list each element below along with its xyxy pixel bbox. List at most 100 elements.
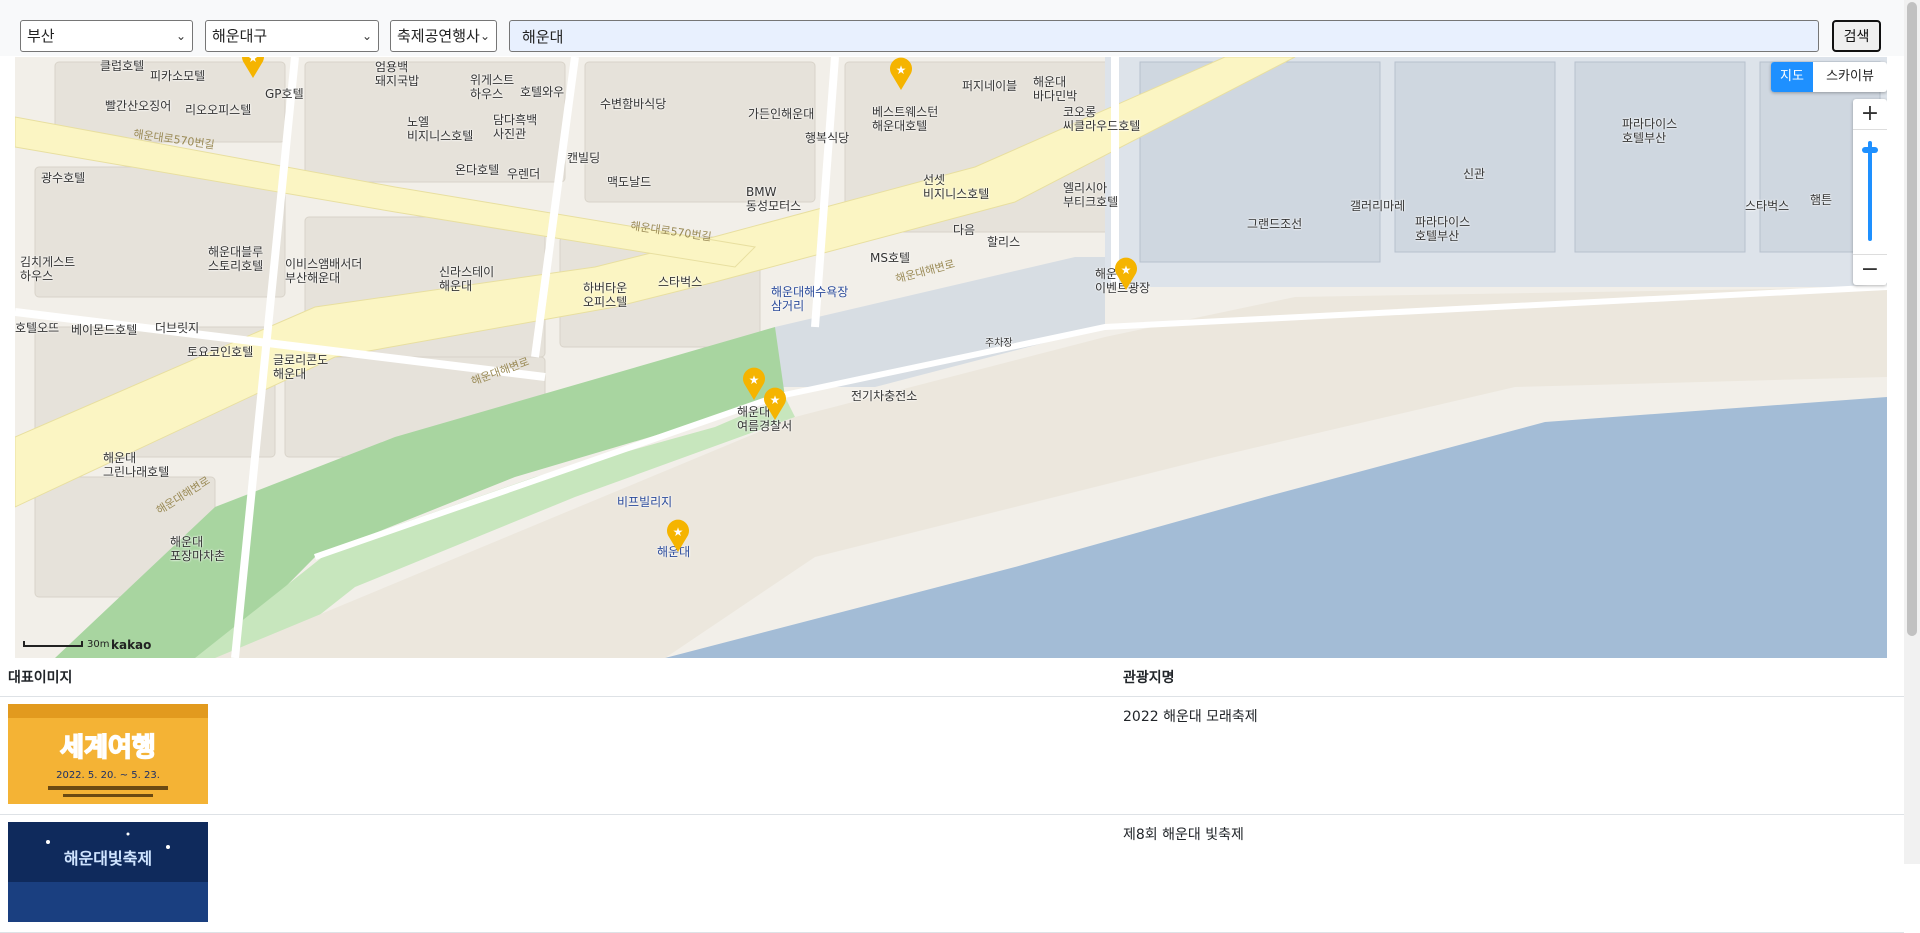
results-table: 대표이미지 관광지명 세계여행 2022. 5. 20. ~ 5. 23. 20…	[0, 658, 1904, 933]
map-label: 전기차충전소	[851, 389, 918, 403]
table-header: 대표이미지 관광지명	[0, 658, 1904, 697]
svg-text:★: ★	[770, 393, 781, 407]
district-select[interactable]: 해운대구 ⌄	[205, 20, 379, 52]
scale-label: 30m	[87, 639, 110, 650]
map-label: 신관	[1463, 167, 1486, 181]
map-view[interactable]: 클럽호텔 피카소모텔 GP호텔 엄용백 돼지국밥 위게스트 하우스 호텔와우 빨간산…	[15, 57, 1887, 658]
column-header-image: 대표이미지	[8, 670, 73, 686]
map-label: 파라다이스 호텔부산	[1415, 215, 1471, 243]
map-label: 광수호텔	[41, 171, 86, 185]
map-label: 엄용백 돼지국밥	[375, 60, 420, 88]
map-label: BMW 동성모터스	[746, 185, 802, 213]
map-label: 토요코인호텔	[187, 345, 254, 359]
map-label: 맥도날드	[607, 175, 652, 189]
category-select[interactable]: 축제공연행사 ⌄	[390, 20, 497, 52]
map-label: 퍼지네이블	[962, 79, 1018, 93]
map-label: 수변함바식당	[600, 97, 667, 111]
map-label: 호텔오뜨	[15, 321, 60, 335]
festival-marker[interactable]: ★	[888, 57, 914, 91]
table-row[interactable]: 세계여행 2022. 5. 20. ~ 5. 23. 2022 해운대 모래축제	[0, 697, 1904, 815]
scale-bar	[23, 641, 83, 647]
map-label: 행복식당	[805, 131, 850, 145]
festival-marker[interactable]: ★	[665, 519, 691, 553]
festival-thumbnail[interactable]: 세계여행 2022. 5. 20. ~ 5. 23.	[8, 704, 208, 804]
page-scrollbar[interactable]	[1904, 0, 1920, 864]
map-label: 호텔와우	[520, 85, 565, 99]
map-label: 온다호텔	[455, 163, 500, 177]
svg-text:★: ★	[673, 525, 684, 539]
map-label: 해운대해수욕장 삼거리	[771, 285, 849, 313]
map-label: 해운대 그린나래호텔	[103, 451, 170, 479]
zoom-in-button[interactable]: +	[1853, 99, 1887, 130]
map-label: 우렌더	[507, 167, 541, 181]
svg-text:해운대빛축제: 해운대빛축제	[64, 849, 152, 868]
column-header-name: 관광지명	[1123, 670, 1175, 686]
zoom-slider-track[interactable]	[1868, 141, 1872, 241]
map-label: 해운대블루 스토리호텔	[208, 245, 264, 273]
svg-text:★: ★	[896, 63, 907, 77]
map-label: 할리스	[987, 235, 1021, 249]
map-label: 해운대 포장마차촌	[170, 535, 226, 563]
festival-marker[interactable]: ★	[1113, 257, 1139, 291]
map-label: 캔빌딩	[567, 151, 601, 165]
map-label: 햄튼	[1810, 193, 1833, 207]
map-label: 스타벅스	[658, 275, 703, 289]
map-label: 더브릿지	[155, 321, 200, 335]
festival-marker[interactable]: ★	[762, 387, 788, 421]
map-label: 그랜드조선	[1247, 217, 1303, 231]
chevron-down-icon: ⌄	[175, 29, 186, 43]
map-label: 엘리시아 부티크호텔	[1063, 181, 1119, 209]
map-label: MS호텔	[870, 251, 911, 265]
map-type-map-button[interactable]: 지도	[1771, 62, 1813, 92]
map-label: 선셋 비지니스호텔	[923, 173, 990, 201]
map-label: 비프빌리지	[617, 495, 673, 509]
map-label: 피카소모텔	[150, 69, 206, 83]
map-label: 위게스트 하우스	[470, 73, 515, 101]
map-label: 베이몬드호텔	[71, 323, 138, 337]
map-label: 베스트웨스턴 해운대호텔	[872, 105, 939, 133]
zoom-out-button[interactable]: −	[1853, 254, 1887, 285]
svg-text:★: ★	[1121, 263, 1132, 277]
district-value: 해운대구	[212, 27, 268, 45]
scrollbar-thumb[interactable]	[1907, 2, 1917, 636]
map-scale: 30m	[23, 639, 109, 650]
festival-thumbnail[interactable]: 해운대빛축제	[8, 822, 208, 922]
search-input[interactable]	[509, 20, 1819, 52]
map-label: 스타벅스	[1745, 199, 1790, 213]
festival-marker[interactable]: ★	[240, 57, 266, 79]
map-label: 빨간산오징어	[105, 99, 172, 113]
festival-name[interactable]: 제8회 해운대 빛축제	[1123, 824, 1244, 844]
search-bar: 부산 ⌄ 해운대구 ⌄ 축제공연행사 ⌄ 검색	[0, 0, 1904, 56]
festival-name[interactable]: 2022 해운대 모래축제	[1123, 706, 1258, 726]
map-label: 갤러리마레	[1350, 199, 1406, 213]
svg-text:★: ★	[749, 373, 760, 387]
map-label: 신라스테이 해운대	[439, 265, 495, 293]
map-label: 클럽호텔	[100, 59, 145, 73]
map-label: 이비스앰배서더 부산해운대	[285, 257, 363, 285]
zoom-slider-handle[interactable]	[1862, 147, 1878, 153]
svg-text:★: ★	[248, 57, 259, 65]
map-label: 코오롱 씨클라우드호텔	[1063, 105, 1141, 133]
zoom-control: + −	[1853, 99, 1887, 285]
chevron-down-icon: ⌄	[479, 29, 490, 43]
map-type-skyview-button[interactable]: 스카이뷰	[1813, 62, 1887, 92]
map-label: 다음	[953, 223, 976, 237]
map-label: 해운대 바다민박	[1033, 75, 1078, 103]
map-label: 주차장	[985, 338, 1013, 349]
region-select[interactable]: 부산 ⌄	[20, 20, 193, 52]
map-label: 글로리콘도 해운대	[273, 353, 329, 381]
table-row[interactable]: 해운대빛축제 제8회 해운대 빛축제	[0, 815, 1904, 933]
region-value: 부산	[27, 27, 55, 45]
search-button[interactable]: 검색	[1832, 20, 1881, 52]
chevron-down-icon: ⌄	[361, 29, 372, 43]
map-label: 김치게스트 하우스	[20, 255, 76, 283]
map-label: 하버타운 오피스텔	[583, 281, 628, 309]
svg-text:2022. 5. 20. ~ 5. 23.: 2022. 5. 20. ~ 5. 23.	[56, 770, 160, 781]
map-type-toggle: 지도 스카이뷰	[1771, 62, 1887, 92]
map-label: 가든인해운대	[748, 107, 815, 121]
map-label: 리오오피스텔	[185, 103, 252, 117]
map-label: 담다흑백 사진관	[493, 113, 538, 141]
map-label: 파라다이스 호텔부산	[1622, 117, 1678, 145]
map-label: 노엘 비지니스호텔	[407, 115, 474, 143]
map-label: GP호텔	[265, 87, 304, 101]
